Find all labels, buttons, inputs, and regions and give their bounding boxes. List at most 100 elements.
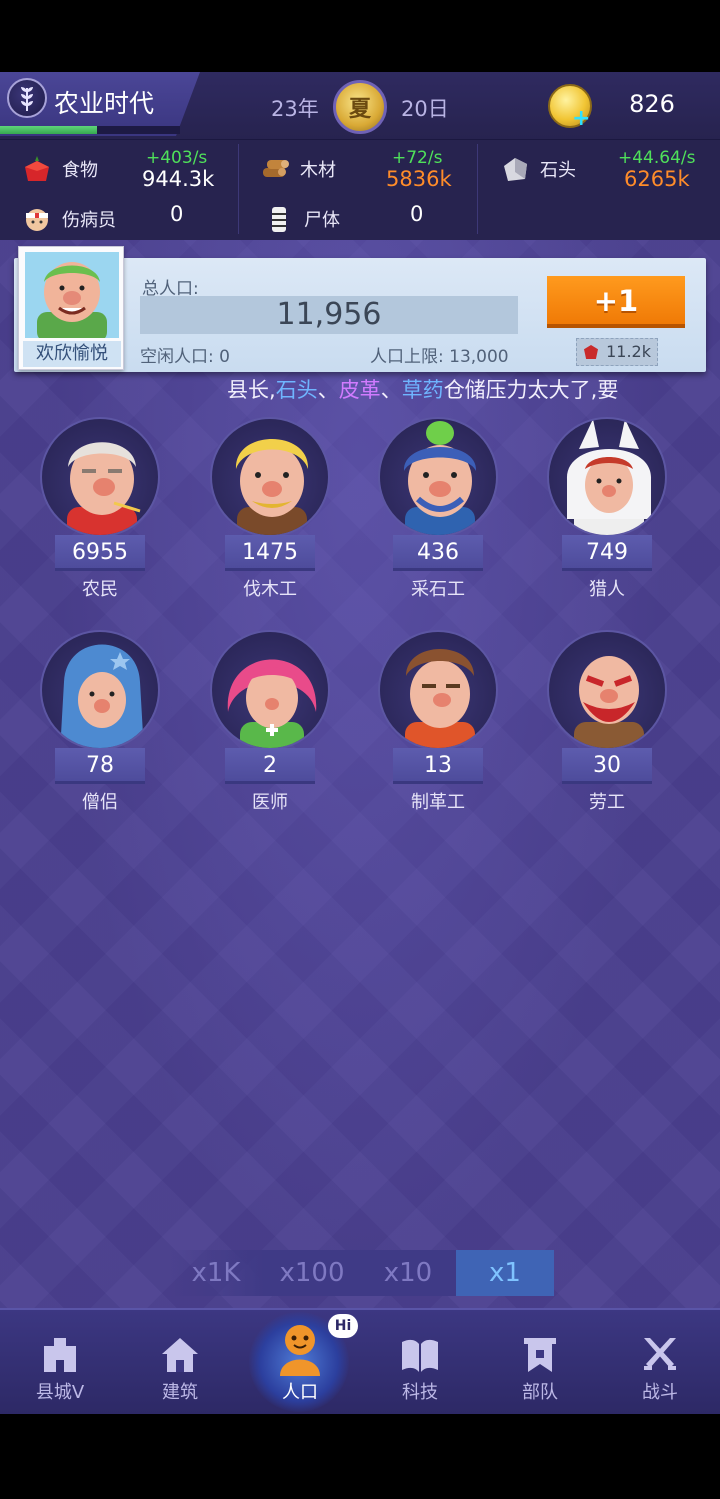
hi-badge: Hi [328,1314,358,1338]
stone-icon [504,158,527,181]
nav-tech-label: 科技 [402,1382,438,1403]
population-cap: 人口上限: 13,000 [370,347,509,367]
multiplier-x100[interactable]: x100 [264,1250,360,1296]
worker-laborer[interactable]: 30 劳工 [522,630,692,830]
tanner-name: 制革工 [411,792,465,813]
quarryman-count: 436 [393,535,483,571]
hunter-portrait [547,417,667,537]
era-progress-bar [0,126,180,134]
resource-wood[interactable]: 木材 +72/s 5836k [260,148,460,191]
nav-battle[interactable]: 战斗 [600,1310,720,1414]
monk-portrait [40,630,160,750]
nav-tech[interactable]: 科技 [360,1310,480,1414]
corpse-label: 尸体 [304,210,340,231]
laborer-count: 30 [562,748,652,784]
news-ticker: 县长,石头、皮革、草药仓储压力太大了,要 [227,374,675,404]
ticker-separator: 、 [380,378,402,402]
lumberjack-count: 1475 [225,535,315,571]
wood-icon [263,160,289,177]
cost-value: 11.2k [606,342,651,361]
idle-population: 空闲人口: 0 [140,347,230,367]
food-label: 食物 [62,160,98,181]
ticker-item: 皮革 [338,378,381,402]
resource-food[interactable]: 食物 +403/s 944.3k [22,148,222,191]
ticker-prefix: 县长, [227,378,276,402]
worker-hunter[interactable]: 749 猎人 [522,417,692,617]
season-day: 20日 [401,97,449,121]
stone-label: 石头 [540,160,576,181]
nav-town[interactable]: 县城V [0,1310,120,1414]
multiplier-x1[interactable]: x1 [456,1250,554,1296]
bottom-nav: 县城V 建筑 人口 Hi 科技 部队 战斗 [0,1308,720,1414]
worker-tanner[interactable]: 13 制革工 [353,630,523,830]
swords-icon [644,1338,676,1370]
coin-value: 826 [629,90,675,118]
injured-label: 伤病员 [62,210,116,231]
top-bar: 农业时代 23年 夏 20日 + 826 [0,72,720,140]
quarryman-name: 采石工 [411,579,465,600]
worker-quarryman[interactable]: 436 采石工 [353,417,523,617]
nav-town-label: 县城V [35,1382,85,1403]
add-population-button[interactable]: +1 [547,276,685,328]
town-icon [44,1338,76,1372]
farmer-portrait [40,417,160,537]
era-title: 农业时代 [54,89,155,118]
farmer-count: 6955 [55,535,145,571]
nav-troops-label: 部队 [522,1382,558,1403]
worker-farmer[interactable]: 6955 农民 [15,417,185,617]
season-medal[interactable]: 夏 [333,80,387,134]
add-coins-icon[interactable]: + [572,106,590,131]
resource-injured[interactable]: 伤病员 0 [22,198,222,238]
food-icon [25,156,49,181]
food-amount: 944.3k [142,167,215,191]
multiplier-x1k[interactable]: x1K [168,1250,264,1296]
corpse-icon [272,207,286,232]
era-progress-fill [0,126,98,134]
multiplier-selector: x1K x100 x10 x1 [168,1250,554,1296]
injured-amount: 0 [170,202,184,226]
worker-monk[interactable]: 78 僧侣 [15,630,185,830]
monk-name: 僧侣 [82,792,118,813]
laborer-portrait [547,630,667,750]
resource-corpse[interactable]: 尸体 0 [264,198,464,238]
doctor-portrait [210,630,330,750]
wood-label: 木材 [300,160,336,181]
nav-troops[interactable]: 部队 [480,1310,600,1414]
injured-icon [26,209,48,231]
wheat-icon [7,78,47,118]
tanner-portrait [378,630,498,750]
nav-buildings[interactable]: 建筑 [120,1310,240,1414]
resource-stone[interactable]: 石头 +44.64/s 6265k [500,148,710,191]
stone-amount: 6265k [624,167,690,191]
person-icon [280,1325,320,1376]
multiplier-x10[interactable]: x10 [360,1250,456,1296]
farmer-name: 农民 [82,579,118,600]
mayor-avatar-frame[interactable]: 欢欣愉悦 [18,246,124,370]
mood-label: 欢欣愉悦 [23,341,121,367]
worker-doctor[interactable]: 2 医师 [185,630,355,830]
season-year: 23年 [271,97,319,121]
monk-count: 78 [55,748,145,784]
ticker-separator: 、 [317,378,339,402]
banner-icon [524,1338,556,1372]
doctor-name: 医师 [252,792,288,813]
wood-rate: +72/s [392,148,443,168]
wood-amount: 5836k [386,167,452,191]
quarryman-portrait [378,417,498,537]
hunter-count: 749 [562,535,652,571]
worker-lumberjack[interactable]: 1475 伐木工 [185,417,355,617]
laborer-name: 劳工 [589,792,625,813]
add-population-cost: 11.2k [576,338,658,366]
doctor-count: 2 [225,748,315,784]
house-icon [162,1338,198,1372]
nav-buildings-label: 建筑 [162,1382,198,1403]
book-icon [402,1339,438,1372]
resource-bar: 食物 +403/s 944.3k 木材 +72/s 5836k 石头 +44.6… [0,140,720,240]
divider [238,144,239,234]
divider [477,144,478,234]
ticker-item: 草药 [401,378,444,402]
corpse-amount: 0 [410,202,424,226]
ticker-item: 石头 [275,378,318,402]
ticker-suffix: 仓储压力太大了,要 [443,378,619,402]
hunter-name: 猎人 [589,579,625,600]
